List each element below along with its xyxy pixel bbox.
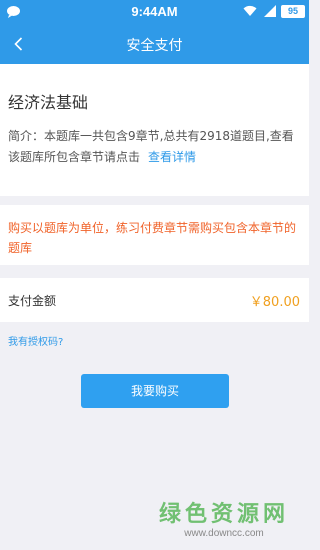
view-details-link[interactable]: 查看详情 (148, 150, 196, 164)
payment-amount-row: 支付金额 ￥80.00 (0, 278, 309, 322)
header-bar: 安全支付 (0, 24, 309, 64)
site-watermark: 绿色资源网 www.downcc.com (159, 496, 289, 539)
purchase-notice: 购买以题库为单位，练习付费章节需购买包含本章节的题库 (8, 221, 297, 255)
notice-card: 购买以题库为单位，练习付费章节需购买包含本章节的题库 (0, 205, 309, 265)
course-title: 经济法基础 (8, 93, 89, 112)
watermark-url: www.downcc.com (184, 528, 264, 539)
course-card: 经济法基础 简介：本题库一共包含9章节,总共有2918道题目,查看该题库所包含章… (0, 64, 309, 196)
course-description: 简介：本题库一共包含9章节,总共有2918道题目,查看该题库所包含章节请点击 查看… (8, 126, 304, 168)
status-time: 9:44AM (131, 4, 178, 19)
auth-code-link[interactable]: 我有授权码? (8, 333, 63, 348)
page-title: 安全支付 (126, 38, 183, 54)
wifi-icon (243, 5, 257, 16)
amount-value: ￥80.00 (249, 295, 300, 310)
battery-indicator: 95 (281, 5, 305, 18)
amount-label: 支付金额 (8, 294, 57, 308)
watermark-title: 绿色资源网 (158, 502, 289, 527)
status-bar: 9:44AM 95 (0, 0, 309, 24)
signal-icon (264, 5, 276, 17)
buy-button[interactable]: 我要购买 (81, 374, 229, 408)
